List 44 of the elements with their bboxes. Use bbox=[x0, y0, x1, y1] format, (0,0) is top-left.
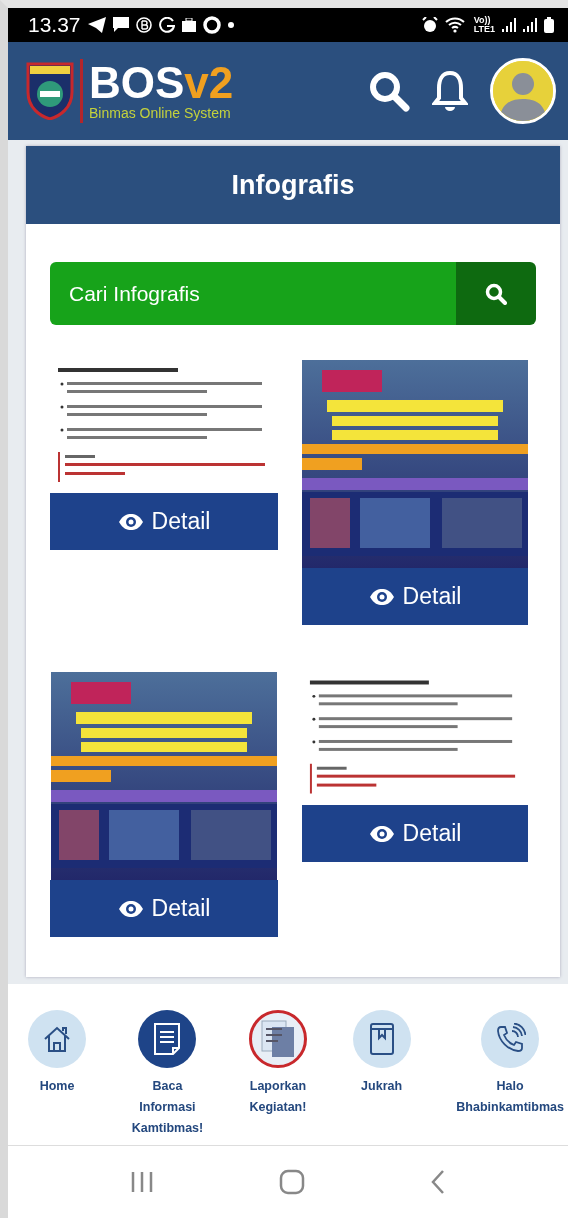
nav-item[interactable]: Laporkan Kegiatan! bbox=[248, 1010, 307, 1145]
detail-button[interactable]: Detail bbox=[302, 805, 528, 862]
signal-icon bbox=[502, 18, 516, 32]
g-icon bbox=[158, 17, 175, 33]
eye-icon bbox=[368, 587, 395, 606]
wifi-icon bbox=[444, 17, 467, 33]
nav-item[interactable]: Home bbox=[28, 1010, 86, 1145]
eye-icon bbox=[368, 824, 395, 843]
eye-icon bbox=[117, 899, 144, 918]
network-label: Vo)) bbox=[473, 16, 491, 25]
page-title: Infografis bbox=[26, 146, 560, 224]
send-icon bbox=[87, 17, 106, 33]
phone-icon bbox=[494, 1023, 527, 1055]
document-icon bbox=[152, 1022, 183, 1056]
circle-b-icon bbox=[135, 17, 152, 33]
back-icon[interactable] bbox=[429, 1169, 446, 1195]
signal-icon bbox=[523, 18, 537, 32]
book-icon bbox=[367, 1022, 396, 1056]
battery-icon bbox=[544, 17, 554, 33]
detail-button[interactable]: Detail bbox=[302, 568, 528, 625]
eye-icon bbox=[117, 512, 144, 531]
app-title: BOSv2 bbox=[89, 61, 234, 105]
home-icon bbox=[42, 1024, 72, 1054]
dot-icon bbox=[227, 22, 234, 28]
chat-icon bbox=[112, 17, 129, 33]
network-label: LTE1 bbox=[473, 25, 495, 34]
briefcase-icon bbox=[181, 18, 196, 32]
detail-button[interactable]: Detail bbox=[50, 880, 278, 937]
nav-item[interactable]: Halo Bhabinkamtibmas bbox=[456, 1010, 564, 1145]
shield-logo-icon bbox=[26, 62, 74, 120]
detail-button[interactable]: Detail bbox=[50, 493, 278, 550]
nav-item[interactable]: Jukrah bbox=[352, 1010, 411, 1145]
search-button[interactable] bbox=[456, 262, 536, 325]
nav-item[interactable]: Baca Informasi Kamtibmas! bbox=[131, 1010, 204, 1145]
bell-icon[interactable] bbox=[432, 70, 468, 112]
recent-apps-icon[interactable] bbox=[130, 1171, 155, 1193]
home-button-icon[interactable] bbox=[279, 1169, 305, 1195]
status-time: 13.37 bbox=[28, 13, 81, 37]
search-icon bbox=[485, 282, 507, 305]
alarm-icon bbox=[421, 17, 438, 33]
search-icon[interactable] bbox=[368, 70, 410, 112]
ring-icon bbox=[202, 16, 221, 34]
app-subtitle: Binmas Online System bbox=[89, 105, 232, 121]
search-field[interactable]: Cari Infografis bbox=[50, 262, 456, 325]
